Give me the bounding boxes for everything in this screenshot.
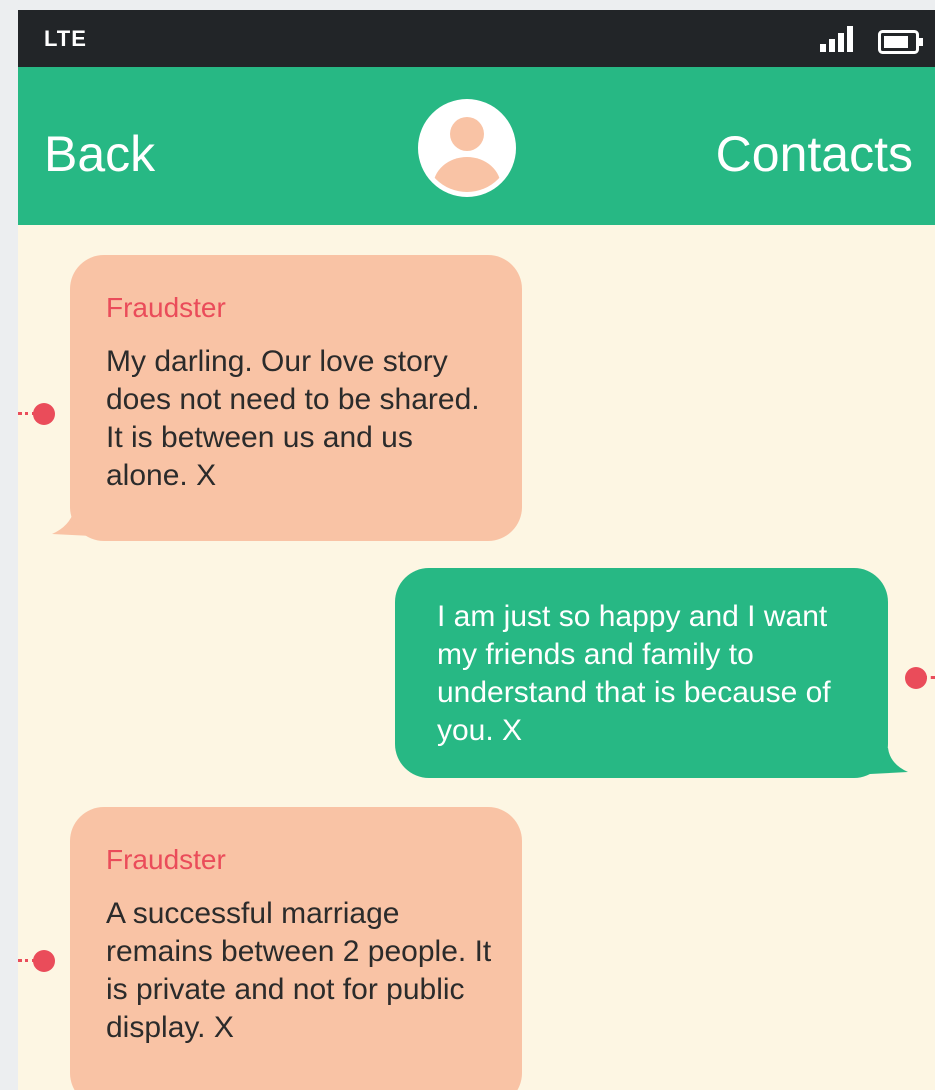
connector-dot — [33, 403, 55, 425]
signal-icon — [820, 26, 853, 52]
message-text: I am just so happy and I want my friends… — [437, 600, 831, 747]
network-label: LTE — [44, 26, 87, 51]
status-bar: LTE — [18, 10, 935, 67]
contacts-button[interactable]: Contacts — [716, 124, 913, 184]
user-avatar-icon[interactable] — [418, 99, 516, 197]
sender-name: Fraudster — [106, 844, 226, 875]
battery-icon — [878, 30, 923, 54]
sender-name: Fraudster — [106, 292, 226, 323]
connector-line — [923, 676, 935, 679]
message-bubble-incoming: Fraudster My darling. Our love story doe… — [70, 255, 522, 541]
message-bubble-outgoing: I am just so happy and I want my friends… — [395, 568, 888, 778]
phone-screen: LTE Back Contacts Fraudster My darling. … — [18, 10, 935, 1090]
message-text: A successful marriage remains between 2 … — [106, 897, 492, 1044]
message-text: My darling. Our love story does not need… — [106, 345, 480, 492]
back-button[interactable]: Back — [44, 124, 155, 184]
connector-dot — [33, 950, 55, 972]
message-bubble-incoming: Fraudster A successful marriage remains … — [70, 807, 522, 1090]
chat-header: Back Contacts — [18, 67, 935, 225]
